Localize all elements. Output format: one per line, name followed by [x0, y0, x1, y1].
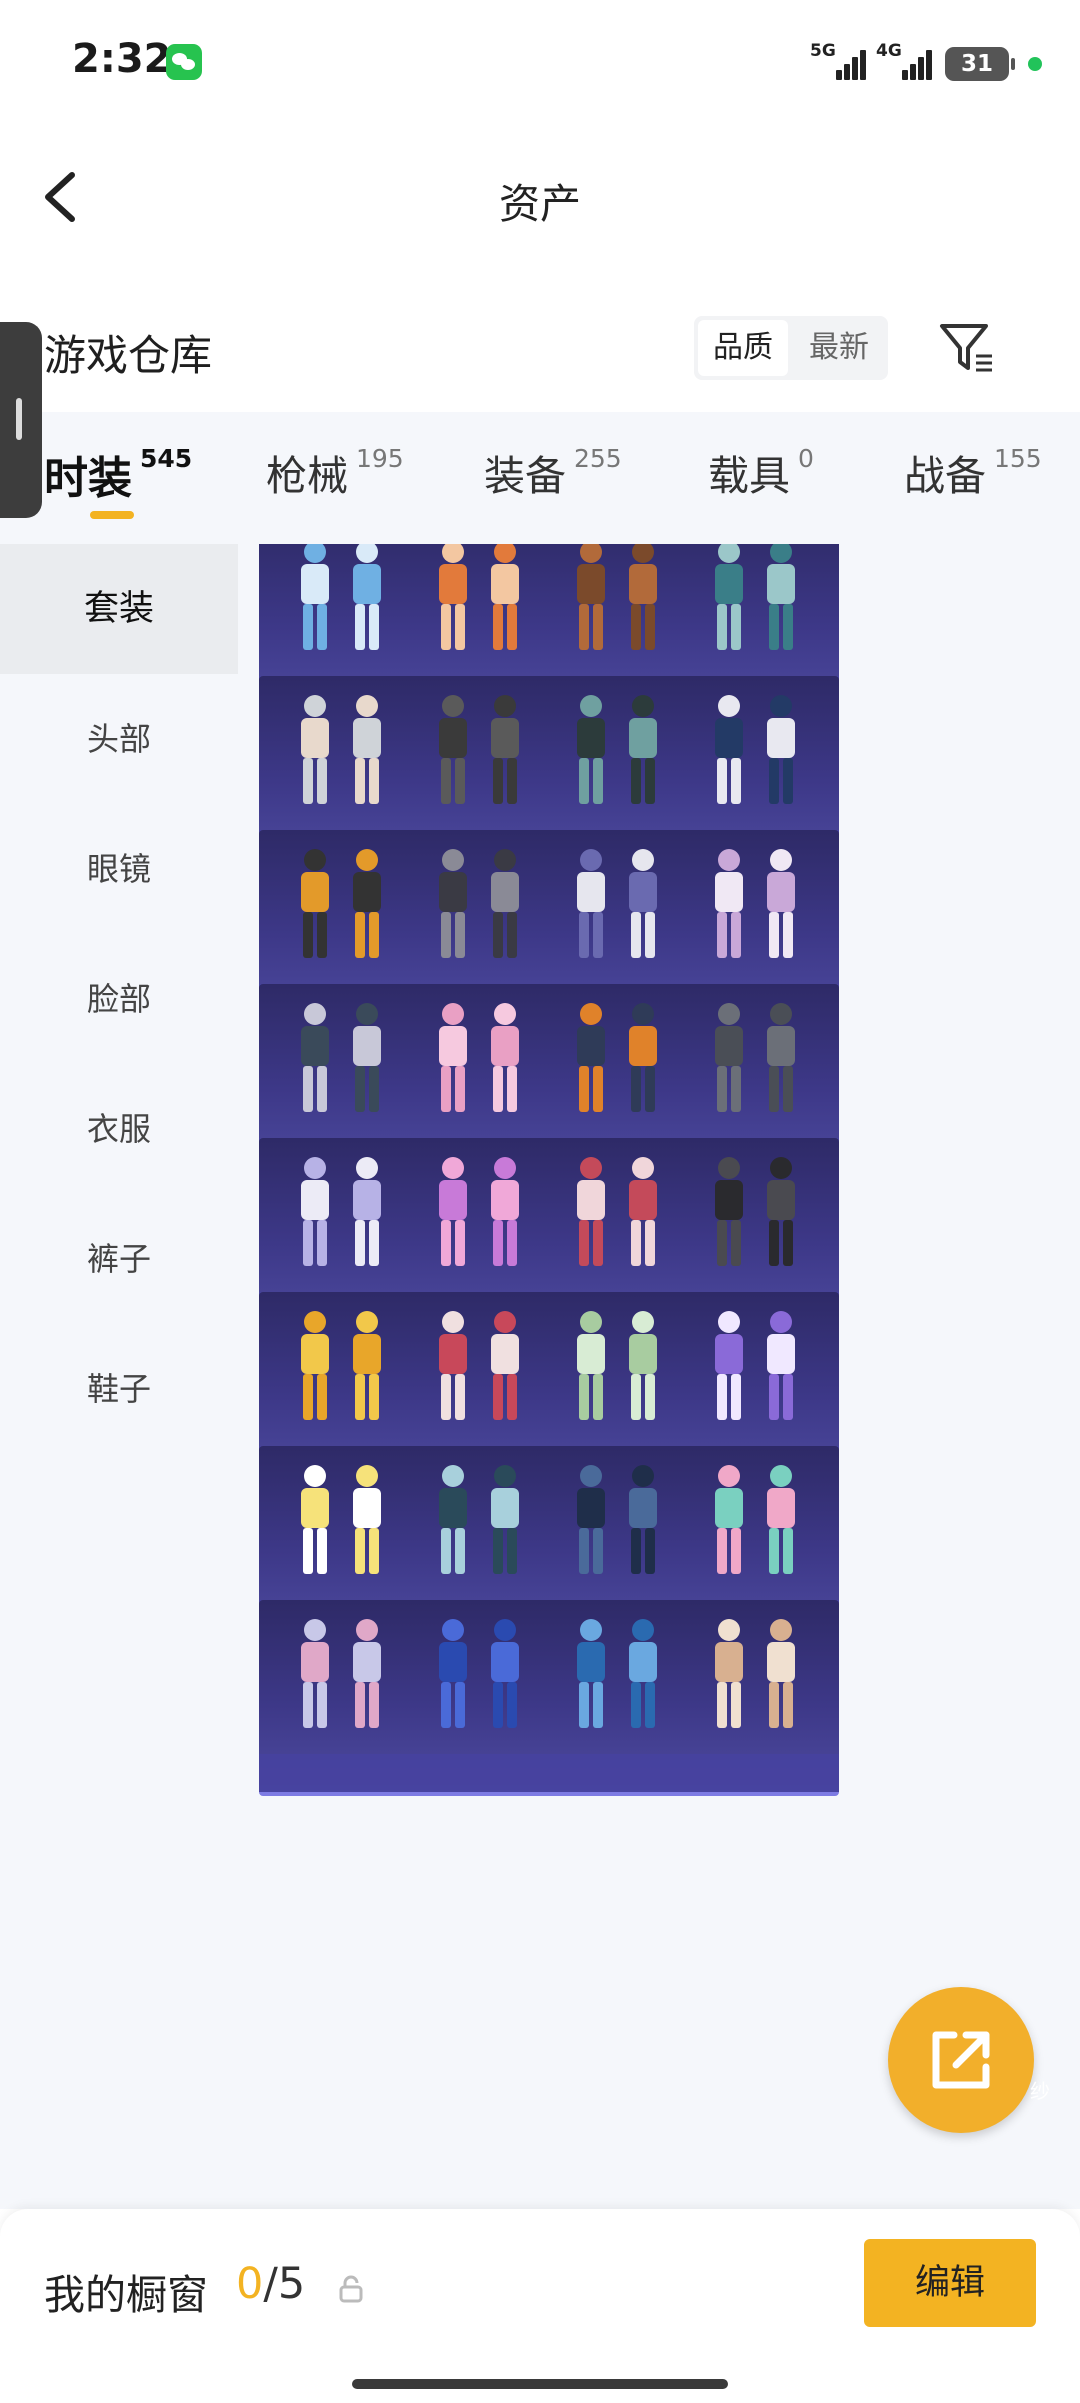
outfit-thumbnail: [715, 695, 795, 804]
outfit-thumbnail: [715, 1157, 795, 1266]
outfit-thumbnail: [715, 1311, 795, 1420]
floating-side-handle[interactable]: [0, 322, 42, 518]
edit-button[interactable]: 编辑: [864, 2239, 1036, 2327]
bottom-bar: 我的橱窗 0/5 编辑: [0, 2209, 1080, 2403]
sidebar-item-suits[interactable]: 套装: [0, 544, 238, 674]
home-indicator: [352, 2379, 728, 2389]
outfit-thumbnail: [715, 1619, 795, 1728]
privacy-indicator-icon: [1028, 57, 1042, 71]
warehouse-title: 游戏仓库: [44, 331, 213, 380]
page-title: 资产: [499, 180, 581, 228]
sidebar-item-head[interactable]: 头部: [0, 674, 238, 804]
battery-icon: 31: [945, 47, 1015, 81]
share-button[interactable]: 纱: [888, 1987, 1050, 2133]
sort-toggle: 品质 最新: [694, 316, 888, 380]
tab-fashion[interactable]: 时装 545: [44, 442, 192, 506]
tab-guns[interactable]: 枪械 195: [266, 442, 404, 502]
lock-icon: [339, 2275, 363, 2303]
external-link-icon: [932, 2031, 990, 2089]
sort-quality-button[interactable]: 品质: [698, 320, 788, 376]
subcategory-sidebar: 套装 头部 眼镜 脸部 衣服 裤子 鞋子: [0, 544, 238, 2209]
nav-bar: 资产: [0, 130, 1080, 260]
tab-equipment[interactable]: 装备 255: [484, 442, 622, 502]
signal-5g-icon: 5G: [810, 41, 870, 80]
outfit-thumbnail: [715, 1465, 795, 1574]
outfit-thumbnail: [715, 544, 795, 650]
my-showcase-label: 我的橱窗: [44, 2271, 208, 2319]
item-grid: 角色-幽雨猫猫套装-福马献瑞套装-马上有钱套装-玲珑侠影套装-SS37...套装…: [238, 544, 1080, 2209]
showcase-count: 0/5: [236, 2259, 306, 2309]
partial-item-label: 纱: [1030, 2079, 1050, 2103]
sidebar-item-glasses[interactable]: 眼镜: [0, 804, 238, 934]
sort-newest-button[interactable]: 最新: [794, 320, 884, 376]
tab-battle-prep[interactable]: 战备 155: [904, 442, 1042, 502]
signal-4g-icon: 4G: [876, 41, 938, 80]
status-bar: 2:32 5G 4G 31: [0, 0, 1080, 130]
sidebar-item-face[interactable]: 脸部: [0, 934, 238, 1064]
tab-vehicles[interactable]: 载具 0: [708, 442, 814, 502]
outfit-thumbnail: [715, 849, 795, 958]
active-tab-indicator: [90, 511, 134, 519]
status-time: 2:32: [72, 36, 172, 82]
item-label: [673, 1754, 839, 1792]
outfit-thumbnail: [715, 1003, 795, 1112]
sidebar-item-pants[interactable]: 裤子: [0, 1194, 238, 1324]
category-tabs: 时装 545 枪械 195 装备 255 载具 0 战备 155: [0, 412, 1080, 544]
filter-icon[interactable]: [934, 316, 998, 380]
sidebar-item-shoes[interactable]: 鞋子: [0, 1324, 238, 1454]
item-card[interactable]: [673, 1600, 839, 1796]
wechat-notification-icon: [166, 44, 202, 80]
sidebar-item-clothes[interactable]: 衣服: [0, 1064, 238, 1194]
